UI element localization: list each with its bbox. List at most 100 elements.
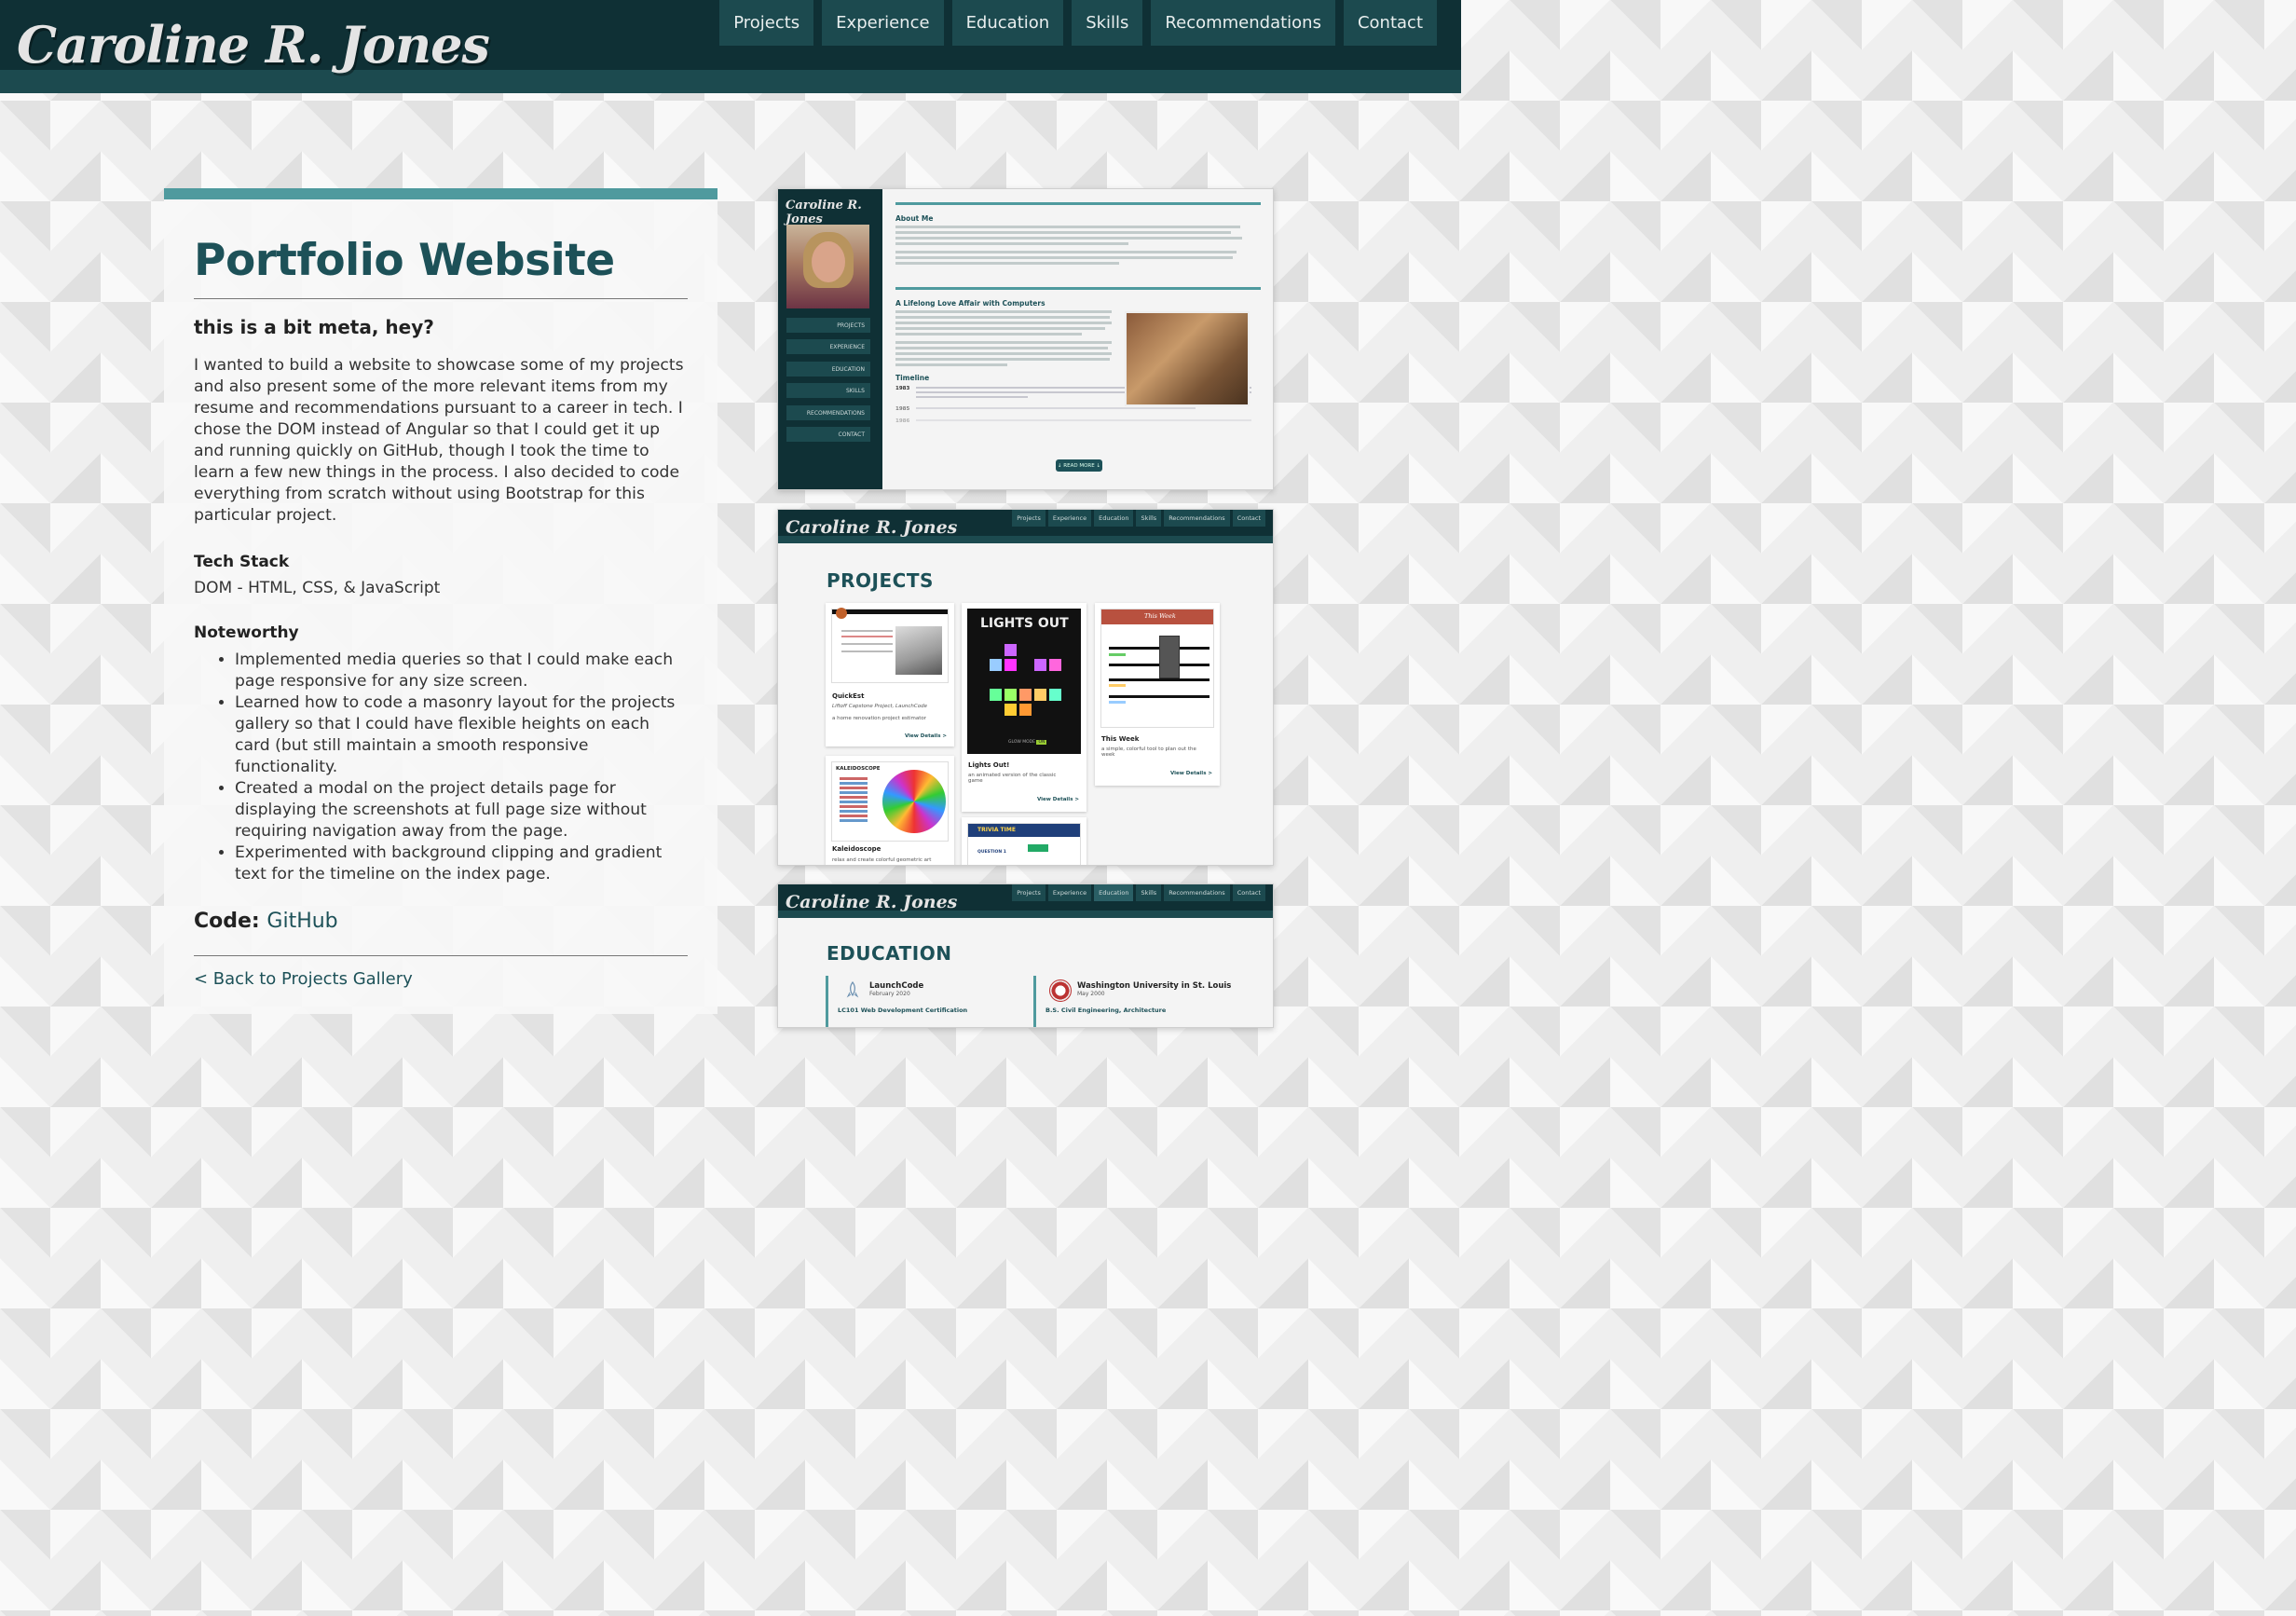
mini-school-name: LaunchCode bbox=[869, 981, 924, 991]
mini-school-date: February 2020 bbox=[869, 991, 910, 997]
timeline-year: 1983 bbox=[895, 386, 910, 391]
mini-education-item: LaunchCode February 2020 LC101 Web Devel… bbox=[826, 976, 1021, 1027]
screenshot-index-page[interactable]: Caroline R. Jones PROJECTS EXPERIENCE ED… bbox=[777, 188, 1274, 490]
mini-logo: Caroline R. Jones bbox=[786, 517, 958, 538]
mini-card-name: Kaleidoscope bbox=[832, 845, 882, 853]
site-header: Caroline R. Jones Projects Experience Ed… bbox=[0, 0, 1461, 93]
mini-school-cert: B.S. Civil Engineering, Architecture bbox=[1046, 1007, 1167, 1014]
mini-school-name: Washington University in St. Louis bbox=[1077, 981, 1232, 991]
tech-stack-label: Tech Stack bbox=[194, 553, 290, 571]
read-more-button: ↓ READ MORE ↓ bbox=[1056, 459, 1102, 472]
card-accent-bar bbox=[164, 188, 718, 199]
mini-nav-item: Recommendations bbox=[1164, 510, 1230, 527]
mini-sidebar: Caroline R. Jones PROJECTS EXPERIENCE ED… bbox=[778, 189, 882, 489]
mini-thumb-sub: QUESTION 1 bbox=[977, 850, 1006, 855]
mini-glow-toggle: ON bbox=[1036, 740, 1047, 745]
code-label: Code: bbox=[194, 910, 260, 933]
list-item: Implemented media queries so that I coul… bbox=[235, 650, 688, 692]
mini-thumb-title: This Week bbox=[1144, 612, 1176, 620]
mini-nav-item: Experience bbox=[1047, 884, 1092, 901]
nav-contact[interactable]: Contact bbox=[1343, 0, 1437, 46]
mini-card-name: QuickEst bbox=[832, 692, 865, 700]
mini-project-card: This Week This Week a simple, colorful t… bbox=[1095, 603, 1220, 786]
nav-education[interactable]: Education bbox=[951, 0, 1064, 46]
noteworthy-list: Implemented media queries so that I coul… bbox=[194, 650, 688, 885]
nav-experience[interactable]: Experience bbox=[822, 0, 944, 46]
mini-nav-item: Projects bbox=[1012, 510, 1046, 527]
site-logo[interactable]: Caroline R. Jones bbox=[17, 15, 490, 75]
mini-thumb-title: TRIVIA TIME bbox=[977, 827, 1016, 833]
timeline-year: 1985 bbox=[895, 406, 910, 412]
mini-thumb-title: KALEIDOSCOPE bbox=[836, 766, 881, 772]
tech-stack-value: DOM - HTML, CSS, & JavaScript bbox=[194, 579, 441, 597]
github-link[interactable]: GitHub bbox=[266, 910, 337, 933]
mini-view-details-link: View Details > bbox=[1170, 771, 1212, 776]
project-title: Portfolio Website bbox=[194, 235, 688, 299]
mini-card-name: Lights Out! bbox=[968, 761, 1010, 769]
mini-card-sub: Liftoff Capstone Project, LaunchCode bbox=[832, 704, 928, 709]
mini-nav-item: CONTACT bbox=[786, 427, 870, 442]
mini-text-lines bbox=[895, 226, 1261, 265]
divider bbox=[194, 955, 688, 956]
mini-nav-item: RECOMMENDATIONS bbox=[786, 405, 870, 420]
mini-logo: Caroline R. Jones bbox=[786, 199, 862, 226]
mini-nav-item: Recommendations bbox=[1164, 884, 1230, 901]
vintage-computer-photo bbox=[1125, 311, 1250, 406]
card-body: Portfolio Website this is a bit meta, he… bbox=[194, 235, 688, 989]
rocket-icon bbox=[841, 979, 864, 1002]
mini-logo: Caroline R. Jones bbox=[786, 892, 958, 912]
mini-header: Caroline R. Jones Projects Experience Ed… bbox=[778, 510, 1273, 543]
screenshot-projects-page[interactable]: Caroline R. Jones Projects Experience Ed… bbox=[777, 509, 1274, 866]
mini-school-date: May 2000 bbox=[1077, 991, 1105, 997]
code-line: Code: GitHub bbox=[194, 910, 688, 933]
nav-skills[interactable]: Skills bbox=[1072, 0, 1143, 46]
main-nav: Projects Experience Education Skills Rec… bbox=[719, 0, 1437, 46]
mini-nav-item: Projects bbox=[1012, 884, 1046, 901]
mini-card-desc: an animated version of the classic game bbox=[968, 773, 1057, 784]
back-to-gallery-link[interactable]: < Back to Projects Gallery bbox=[194, 969, 413, 989]
mini-thumb-title: LIGHTS OUT bbox=[980, 616, 1069, 631]
mini-nav-item: EDUCATION bbox=[786, 362, 870, 377]
mini-education-item: Washington University in St. Louis May 2… bbox=[1033, 976, 1257, 1027]
mini-card-desc: a simple, colorful tool to plan out the … bbox=[1101, 746, 1196, 758]
mini-project-card: LIGHTS OUT GLOW MODE ON Lights Out! an a… bbox=[962, 603, 1086, 812]
project-subtitle: this is a bit meta, hey? bbox=[194, 316, 434, 338]
list-item: Learned how to code a masonry layout for… bbox=[235, 692, 688, 778]
university-seal-icon bbox=[1049, 979, 1072, 1002]
mini-project-card: TRIVIA TIME QUESTION 1 bbox=[962, 817, 1086, 865]
mini-nav-item: Education bbox=[1094, 884, 1134, 901]
mini-nav-item: EXPERIENCE bbox=[786, 339, 870, 354]
nav-recommendations[interactable]: Recommendations bbox=[1151, 0, 1335, 46]
mini-nav-item: PROJECTS bbox=[786, 318, 870, 333]
mini-nav-item: Skills bbox=[1136, 510, 1162, 527]
mini-view-details-link: View Details > bbox=[905, 733, 947, 739]
mini-nav-item: Contact bbox=[1232, 884, 1265, 901]
noteworthy-label: Noteworthy bbox=[194, 623, 299, 642]
lights-grid bbox=[990, 644, 1061, 716]
mini-nav-item: Experience bbox=[1047, 510, 1092, 527]
mini-nav-item: SKILLS bbox=[786, 383, 870, 398]
profile-photo bbox=[786, 225, 869, 308]
mini-projects-heading: PROJECTS bbox=[827, 569, 934, 592]
mini-header: Caroline R. Jones Projects Experience Ed… bbox=[778, 884, 1273, 918]
mini-card-desc: a home renovation project estimator bbox=[832, 716, 927, 721]
mini-nav-item: Contact bbox=[1232, 510, 1265, 527]
project-description: I wanted to build a website to showcase … bbox=[194, 356, 684, 525]
list-item: Created a modal on the project details p… bbox=[235, 778, 688, 842]
mini-nav-item: Education bbox=[1094, 510, 1134, 527]
mini-card-name: This Week bbox=[1101, 735, 1140, 743]
mini-nav-item: Skills bbox=[1136, 884, 1162, 901]
list-item: Experimented with background clipping an… bbox=[235, 842, 688, 885]
mini-view-details-link: View Details > bbox=[1037, 797, 1079, 802]
mini-project-card: QuickEst Liftoff Capstone Project, Launc… bbox=[826, 603, 954, 746]
mini-card-desc: relax and create colorful geometric art bbox=[832, 857, 932, 863]
mini-education-heading: EDUCATION bbox=[827, 942, 952, 965]
nav-projects[interactable]: Projects bbox=[719, 0, 814, 46]
project-detail-card: Portfolio Website this is a bit meta, he… bbox=[164, 188, 718, 1014]
mini-nav: Projects Experience Education Skills Rec… bbox=[1012, 510, 1265, 527]
screenshot-education-page[interactable]: Caroline R. Jones Projects Experience Ed… bbox=[777, 883, 1274, 1028]
mini-glow-label: GLOW MODE bbox=[1008, 740, 1035, 745]
mini-about-heading: About Me bbox=[895, 214, 934, 223]
timeline-year: 1986 bbox=[895, 418, 910, 424]
mini-school-cert: LC101 Web Development Certification bbox=[838, 1007, 968, 1014]
